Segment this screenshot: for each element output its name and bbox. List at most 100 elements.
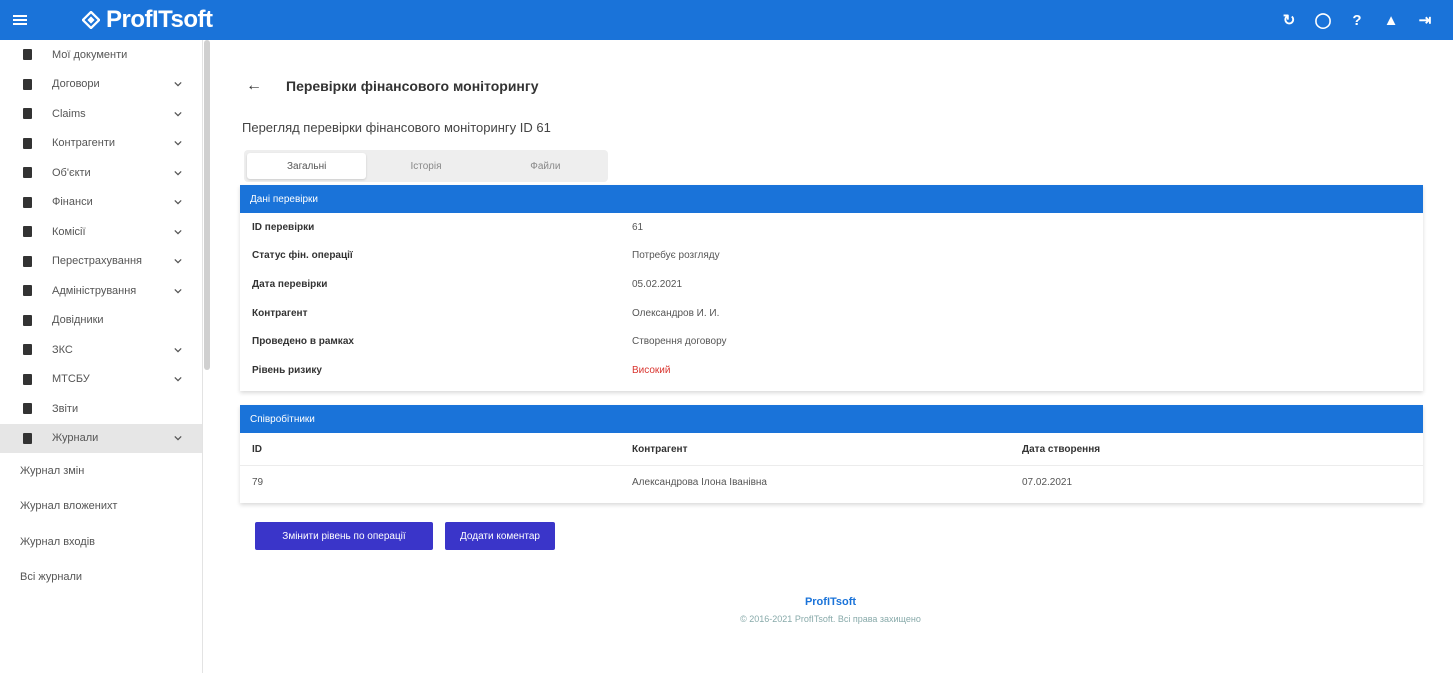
detail-value: 05.02.2021: [632, 278, 683, 290]
chevron-down-icon: [174, 169, 182, 177]
sidebar-item-label: Договори: [52, 78, 100, 91]
sidebar-item-7[interactable]: Перестрахування: [0, 247, 202, 277]
document-icon: [20, 107, 34, 121]
contract-icon: [20, 77, 34, 91]
footer-logo: ProfITsoft: [804, 596, 857, 608]
participants-card-header: Співробітники: [240, 405, 1423, 433]
details-list: ID перевірки 61 Статус фін. операції Потреб…: [240, 213, 1423, 391]
sidebar-item-13[interactable]: Журнали: [0, 423, 202, 453]
sidebar-item-label: Адміністрування: [52, 284, 137, 297]
add-comment-button[interactable]: Додати коментар: [445, 522, 555, 550]
logo-diamond-icon: [82, 11, 100, 29]
detail-label: ID перевірки: [252, 221, 315, 233]
refresh-icon[interactable]: ↻: [1279, 10, 1299, 30]
sidebar-item-label: Перестрахування: [52, 255, 142, 268]
detail-row: Дата перевірки 05.02.2021: [240, 270, 1423, 299]
details-card: Дані перевірки ID перевірки 61 Статус фін.…: [240, 185, 1423, 391]
detail-value: Високий: [632, 364, 671, 376]
table-body: 79 Александрова Ілона Іванівна 07.02.2021: [240, 466, 1423, 503]
tab-1[interactable]: Історія: [366, 153, 485, 179]
tab-2[interactable]: Файли: [486, 153, 605, 179]
table-cell: Александрова Ілона Іванівна: [632, 477, 767, 488]
sidebar-item-6[interactable]: Комісії: [0, 217, 202, 247]
help-icon[interactable]: ?: [1347, 10, 1367, 30]
top-bar: ProfITsoft ↻ ◯? ▲ ⇥: [0, 0, 1453, 40]
chevron-down-icon: [174, 287, 182, 295]
chevron-down-icon: [174, 434, 182, 442]
logo-text: ProfITsoft: [106, 6, 213, 33]
sidebar-item-5[interactable]: Фінанси: [0, 188, 202, 218]
hamburger-icon: [13, 15, 27, 25]
arrow-left-icon: ←: [246, 77, 262, 94]
details-card-header: Дані перевірки: [240, 185, 1423, 213]
chevron-down-icon: [174, 80, 182, 88]
change-risk-button[interactable]: Змінити рівень по операції: [255, 522, 433, 550]
chevron-down-icon: [174, 228, 182, 236]
report-icon: [20, 402, 34, 416]
sidebar-subitem-3[interactable]: Всі журнали: [0, 560, 202, 596]
sidebar-item-11[interactable]: МТСБУ: [0, 365, 202, 395]
sidebar-subitem-1[interactable]: Журнал вложенихт: [0, 489, 202, 525]
detail-label: Проведено в рамках: [252, 336, 354, 348]
sidebar-item-3[interactable]: Контрагенти: [0, 129, 202, 159]
settings-icon: [20, 343, 34, 357]
action-buttons: Змінити рівень по операції Додати комент…: [255, 522, 555, 550]
sidebar-item-label: Комісії: [52, 225, 86, 238]
detail-value: 61: [632, 221, 644, 233]
sidebar-item-10[interactable]: ЗКС: [0, 335, 202, 365]
detail-label: Рівень ризику: [252, 364, 322, 376]
sidebar-item-1[interactable]: Договори: [0, 70, 202, 100]
sidebar-nav: Мої документи Договори Claims Контрагенти Об…: [0, 40, 202, 453]
box-icon: [20, 166, 34, 180]
sidebar-item-12[interactable]: Звіти: [0, 394, 202, 424]
footer-copyright: © 2016-2021 ProfITsoft. Всі права захище…: [740, 614, 921, 624]
tab-0[interactable]: Загальні: [247, 153, 367, 179]
participants-card: Співробітники ID Контрагент Дата створення…: [240, 405, 1423, 503]
detail-label: Статус фін. операції: [252, 250, 353, 262]
app-logo[interactable]: ProfITsoft: [82, 6, 213, 34]
column-header: Дата створення: [1022, 443, 1101, 455]
table-cell: 79: [252, 477, 264, 488]
chat-icon[interactable]: ◯: [1313, 10, 1333, 30]
chevron-down-icon: [174, 110, 182, 118]
sidebar-subitem-0[interactable]: Журнал змін: [0, 453, 202, 489]
sidebar-item-0[interactable]: Мої документи: [0, 40, 202, 70]
detail-row: Проведено в рамках Створення договору: [240, 327, 1423, 356]
logout-icon[interactable]: ⇥: [1415, 10, 1435, 30]
money-icon: [20, 195, 34, 209]
detail-row: Рівень ризику Високий: [240, 356, 1423, 385]
menu-toggle-button[interactable]: [0, 0, 40, 40]
home-icon: [20, 48, 34, 62]
sidebar-subitem-2[interactable]: Журнал входів: [0, 524, 202, 560]
tab-bar: Загальні Історія Файли: [244, 150, 608, 182]
detail-row: Статус фін. операції Потребує розгляду: [240, 242, 1423, 271]
table-header: ID Контрагент Дата створення: [240, 433, 1423, 466]
journal-icon: [20, 431, 34, 445]
back-button[interactable]: ←: [242, 76, 266, 96]
table-row[interactable]: 79 Александрова Ілона Іванівна 07.02.2021: [240, 466, 1423, 499]
column-header: Контрагент: [632, 443, 688, 455]
sidebar-item-label: Claims: [52, 107, 86, 120]
sidebar-item-2[interactable]: Claims: [0, 99, 202, 129]
chevron-down-icon: [174, 198, 182, 206]
sidebar-item-label: Контрагенти: [52, 137, 116, 150]
detail-label: Контрагент: [252, 307, 308, 319]
sidebar-item-label: Фінанси: [52, 196, 93, 209]
sidebar-item-4[interactable]: Об'єкти: [0, 158, 202, 188]
detail-value: Створення договору: [632, 336, 727, 348]
column-header: ID: [252, 443, 262, 455]
sidebar-item-8[interactable]: Адміністрування: [0, 276, 202, 306]
sidebar-item-label: МТСБУ: [52, 373, 90, 386]
list-icon: [20, 225, 34, 239]
user-icon[interactable]: ▲: [1381, 10, 1401, 30]
chevron-down-icon: [174, 257, 182, 265]
chevron-down-icon: [174, 139, 182, 147]
sidebar-submenu: Журнал змін Журнал вложенихт Журнал входів…: [0, 453, 202, 595]
sidebar-item-label: ЗКС: [52, 343, 73, 356]
sidebar-item-9[interactable]: Довідники: [0, 306, 202, 336]
sidebar-scrollbar[interactable]: [204, 40, 210, 370]
sidebar: Мої документи Договори Claims Контрагенти Об…: [0, 40, 203, 673]
chevron-down-icon: [174, 375, 182, 383]
top-icons: ↻ ◯? ▲ ⇥: [1279, 10, 1453, 30]
person-icon: [20, 136, 34, 150]
